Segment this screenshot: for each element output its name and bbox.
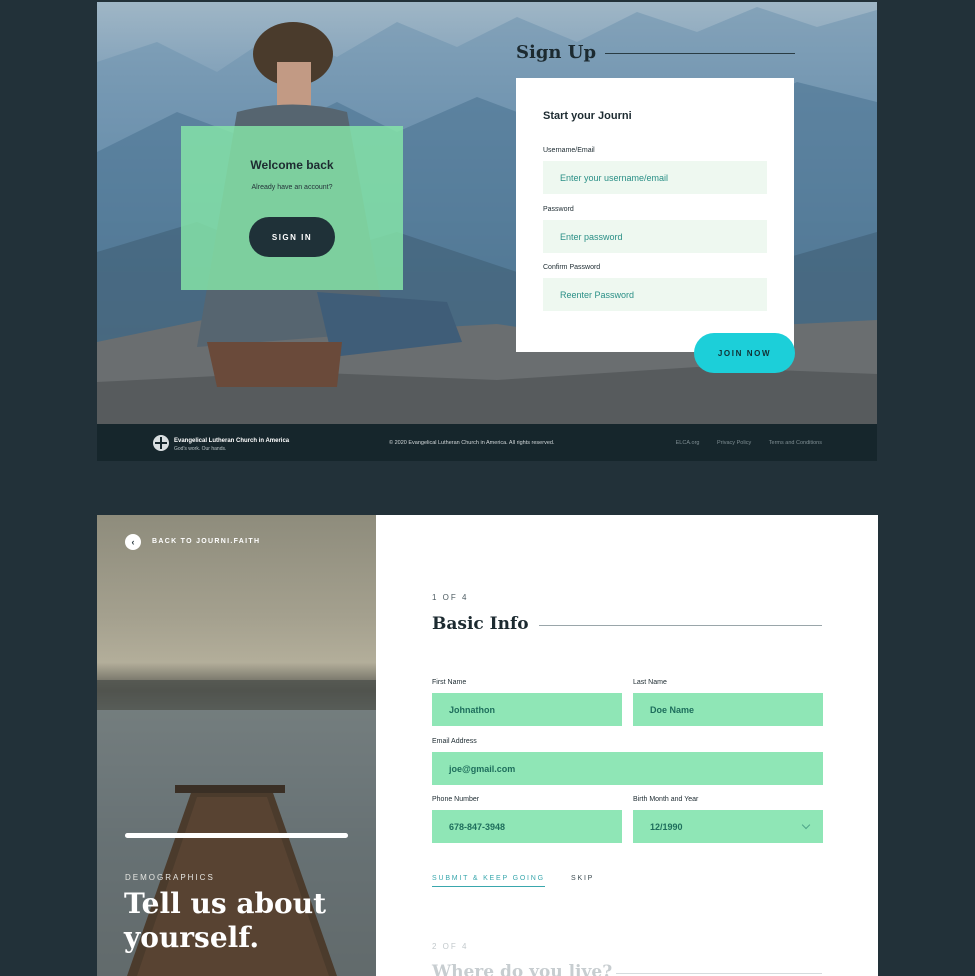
side-heading: Tell us about yourself.	[124, 887, 327, 954]
welcome-subtitle: Already have an account?	[251, 184, 333, 191]
skip-button[interactable]: SKIP	[571, 875, 594, 882]
section-title: Basic Info	[432, 614, 529, 634]
footer-link-privacy[interactable]: Privacy Policy	[717, 440, 751, 446]
sign-in-button[interactable]: SIGN IN	[249, 217, 335, 257]
signup-title-rule	[605, 53, 795, 54]
footer-links: ELCA.org Privacy Policy Terms and Condit…	[660, 440, 822, 446]
form-area: 1 OF 4 Basic Info First Name Johnathon L…	[376, 515, 878, 976]
elca-logo-icon	[153, 435, 169, 451]
birth-value: 12/1990	[650, 821, 683, 832]
confirm-password-label: Confirm Password	[543, 264, 601, 271]
signup-title: Sign Up	[516, 42, 597, 63]
last-name-label: Last Name	[633, 679, 667, 686]
phone-input[interactable]: 678-847-3948	[432, 810, 622, 843]
section-title-rule	[539, 625, 822, 626]
submit-keep-going-button[interactable]: SUBMIT & KEEP GOING	[432, 875, 545, 887]
org-name: Evangelical Lutheran Church in America	[174, 438, 290, 444]
phone-label: Phone Number	[432, 796, 480, 803]
next-section-rule	[616, 973, 822, 974]
password-input[interactable]: Enter password	[543, 220, 767, 253]
welcome-panel: Welcome back Already have an account? SI…	[181, 126, 403, 290]
onboarding-screen: ‹ BACK TO JOURNI.FAITH DEMOGRAPHICS Tell…	[97, 515, 878, 976]
next-step-indicator: 2 OF 4	[432, 942, 469, 951]
email-label: Email Address	[432, 738, 477, 745]
first-name-input[interactable]: Johnathon	[432, 693, 622, 726]
progress-fill	[125, 833, 348, 838]
welcome-title: Welcome back	[250, 158, 334, 172]
username-label: Username/Email	[543, 147, 595, 154]
first-name-label: First Name	[432, 679, 467, 686]
footer-link-terms[interactable]: Terms and Conditions	[769, 440, 822, 446]
step-indicator: 1 OF 4	[432, 593, 469, 602]
birth-select[interactable]: 12/1990	[633, 810, 823, 843]
last-name-input[interactable]: Doe Name	[633, 693, 823, 726]
email-input[interactable]: joe@gmail.com	[432, 752, 823, 785]
side-kicker: DEMOGRAPHICS	[125, 873, 215, 882]
password-label: Password	[543, 206, 574, 213]
username-input[interactable]: Enter your username/email	[543, 161, 767, 194]
footer-link-elca[interactable]: ELCA.org	[676, 440, 700, 446]
back-to-journi-link[interactable]: BACK TO JOURNI.FAITH	[152, 538, 260, 545]
next-section-title: Where do you live?	[432, 962, 613, 976]
signup-card: Start your Journi Username/Email Enter y…	[516, 78, 794, 352]
chevron-down-icon	[801, 820, 811, 830]
join-now-button[interactable]: JOIN NOW	[694, 333, 795, 373]
org-tagline: God's work. Our hands.	[174, 446, 227, 452]
card-title: Start your Journi	[543, 110, 632, 122]
birth-label: Birth Month and Year	[633, 796, 699, 803]
progress-bar	[125, 833, 348, 838]
signup-screen: Welcome back Already have an account? SI…	[97, 2, 877, 461]
back-arrow-icon[interactable]: ‹	[125, 534, 141, 550]
copyright: © 2020 Evangelical Lutheran Church in Am…	[389, 440, 555, 446]
footer: Evangelical Lutheran Church in America G…	[97, 424, 877, 461]
confirm-password-input[interactable]: Reenter Password	[543, 278, 767, 311]
